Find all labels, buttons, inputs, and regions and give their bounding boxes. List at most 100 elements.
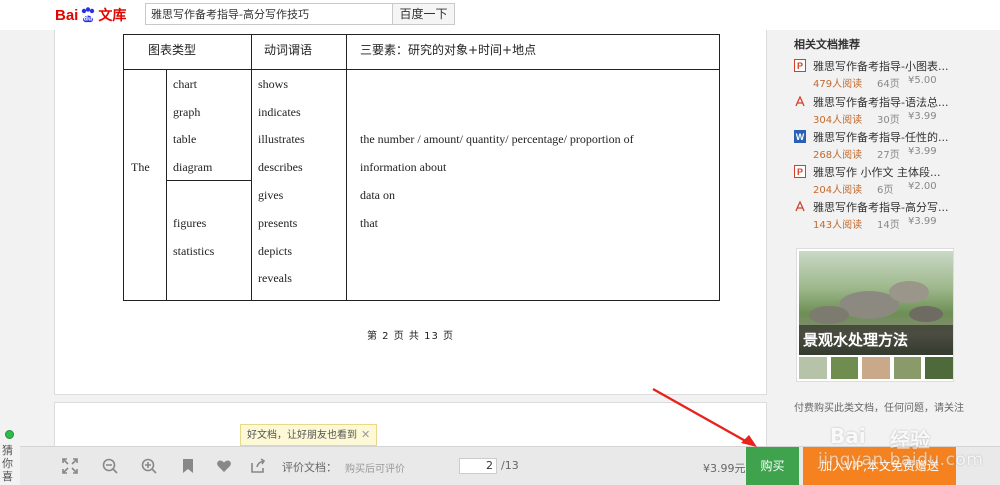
word-icon: W (794, 130, 806, 143)
related-doc-item[interactable]: P 雅思写作 小作文 主体段... 204人阅读 6页 ¥2.00 (794, 164, 994, 200)
logo-bai-text: Bai (55, 6, 79, 24)
table-cell-subject: The (131, 160, 150, 174)
page-total: /13 (501, 459, 519, 472)
table-header-verb: 动词谓语 (264, 43, 313, 57)
share-tooltip: 好文档，让好朋友也看到 ✕ (240, 424, 378, 446)
bookmark-icon[interactable] (179, 457, 197, 475)
read-count: 268人阅读 (813, 150, 863, 161)
bottom-toolbar: 评价文档： 购买后可评价 2 /13 ¥3.99元 购买 加入VIP,本文免费赠… (20, 446, 1000, 485)
ad-thumbnail[interactable] (893, 357, 922, 379)
rate-hint: 购买后可评价 (345, 464, 405, 475)
ad-thumbnails (799, 357, 953, 381)
table-cell-chart-type: chart (173, 77, 197, 91)
table-cell-verb: gives (258, 188, 284, 202)
page-count: 6页 (877, 185, 894, 196)
share-tooltip-text: 好文档，让好朋友也看到 (247, 430, 357, 441)
page-footer: 第 2 页 共 13 页 (367, 331, 454, 342)
logo-du-text: du (84, 16, 93, 23)
table-cell-verb: shows (258, 77, 289, 91)
page-number-input[interactable]: 2 (459, 458, 497, 474)
advertisement[interactable]: 景观水处理方法 (796, 248, 954, 382)
related-doc-item[interactable]: W 雅思写作备考指导-任性的... 268人阅读 27页 ¥3.99 (794, 129, 994, 165)
table-cell-element: information about (360, 160, 447, 174)
top-bar: Bai du 文库 百度一下 (0, 0, 1000, 30)
ad-thumbnail[interactable] (925, 357, 953, 379)
document-table: 图表类型 动词谓语 三要素：研究的对象+时间+地点 The chart grap… (123, 34, 720, 301)
table-cell-chart-type: table (173, 132, 197, 146)
zoom-out-icon[interactable] (101, 457, 119, 475)
join-vip-button[interactable]: 加入VIP,本文免费赠送 (803, 447, 956, 485)
table-cell-verb: illustrates (258, 132, 305, 146)
baidu-paw-icon: du (82, 7, 95, 23)
table-cell-element: data on (360, 188, 395, 202)
related-doc-item[interactable]: P 雅思写作备考指导-小图表... 479人阅读 64页 ¥5.00 (794, 58, 994, 94)
table-cell-verb: reveals (258, 271, 292, 285)
table-line (166, 180, 251, 181)
table-line (251, 35, 252, 301)
pdf-icon (795, 95, 805, 107)
logo-wenku-text: 文库 (98, 7, 127, 23)
sidebar-note: 付费购买此类文档，任何问题，请关注 (794, 403, 964, 414)
search-input[interactable] (145, 3, 393, 25)
ad-thumbnail[interactable] (830, 357, 859, 379)
ad-thumbnail[interactable] (799, 357, 827, 379)
page-count: 14页 (877, 220, 900, 231)
doc-price: ¥3.99 (908, 146, 937, 157)
page-count: 64页 (877, 79, 900, 90)
table-cell-chart-type: figures (173, 216, 207, 230)
table-cell-verb: describes (258, 160, 303, 174)
table-line (346, 35, 347, 301)
next-document-page (54, 402, 767, 452)
search-button[interactable]: 百度一下 (392, 3, 455, 25)
page-count: 30页 (877, 115, 900, 126)
related-doc-title[interactable]: 雅思写作 小作文 主体段... (813, 164, 940, 180)
online-status-icon (5, 430, 14, 439)
page-count: 27页 (877, 150, 900, 161)
related-doc-item[interactable]: 雅思写作备考指导-高分写... 143人阅读 14页 ¥3.99 (794, 199, 994, 235)
table-cell-element: that (360, 216, 378, 230)
fullscreen-icon[interactable] (61, 457, 79, 475)
read-count: 304人阅读 (813, 115, 863, 126)
guess-you-like-float[interactable]: 猜你喜 (0, 428, 18, 485)
read-count: 204人阅读 (813, 185, 863, 196)
doc-price: ¥3.99 (908, 216, 937, 227)
pdf-icon (795, 200, 805, 212)
guess-you-like-label: 猜你喜 (2, 444, 13, 483)
related-doc-title[interactable]: 雅思写作备考指导-任性的... (813, 129, 948, 145)
related-doc-meta: 143人阅读 14页 ¥3.99 (813, 216, 983, 231)
read-count: 143人阅读 (813, 220, 863, 231)
table-cell-verb: depicts (258, 244, 292, 258)
ppt-icon: P (794, 165, 806, 178)
ppt-icon: P (794, 59, 806, 72)
share-icon[interactable] (249, 457, 267, 475)
price-label: ¥3.99元 (703, 462, 746, 475)
related-docs-title: 相关文档推荐 (794, 38, 860, 51)
read-count: 479人阅读 (813, 79, 863, 90)
related-doc-title[interactable]: 雅思写作备考指导-高分写... (813, 199, 948, 215)
right-sidebar: 相关文档推荐 P 雅思写作备考指导-小图表... 479人阅读 64页 ¥5.0… (768, 30, 1000, 445)
table-header-chart-type: 图表类型 (148, 43, 197, 57)
close-icon[interactable]: ✕ (361, 428, 370, 441)
related-doc-meta: 304人阅读 30页 ¥3.99 (813, 111, 983, 126)
related-doc-title[interactable]: 雅思写作备考指导-语法总... (813, 94, 948, 110)
heart-icon[interactable] (215, 457, 233, 475)
doc-price: ¥3.99 (908, 111, 937, 122)
ad-caption: 景观水处理方法 (799, 325, 953, 355)
related-doc-meta: 268人阅读 27页 ¥3.99 (813, 146, 983, 161)
zoom-in-icon[interactable] (140, 457, 158, 475)
table-line (124, 69, 720, 70)
related-doc-meta: 204人阅读 6页 ¥2.00 (813, 181, 983, 196)
buy-button[interactable]: 购买 (746, 447, 799, 485)
rate-document-label: 评价文档： (282, 461, 337, 474)
doc-price: ¥5.00 (908, 75, 937, 86)
table-header-elements: 三要素：研究的对象+时间+地点 (360, 43, 537, 57)
baidu-wenku-logo[interactable]: Bai du 文库 (55, 6, 126, 24)
related-doc-item[interactable]: 雅思写作备考指导-语法总... 304人阅读 30页 ¥3.99 (794, 94, 994, 130)
related-doc-meta: 479人阅读 64页 ¥5.00 (813, 75, 983, 90)
ad-thumbnail[interactable] (862, 357, 890, 379)
table-line (166, 69, 167, 301)
table-cell-element: the number / amount/ quantity/ percentag… (360, 132, 634, 146)
table-cell-verb: indicates (258, 105, 301, 119)
table-cell-chart-type: diagram (173, 160, 213, 174)
related-doc-title[interactable]: 雅思写作备考指导-小图表... (813, 58, 948, 74)
